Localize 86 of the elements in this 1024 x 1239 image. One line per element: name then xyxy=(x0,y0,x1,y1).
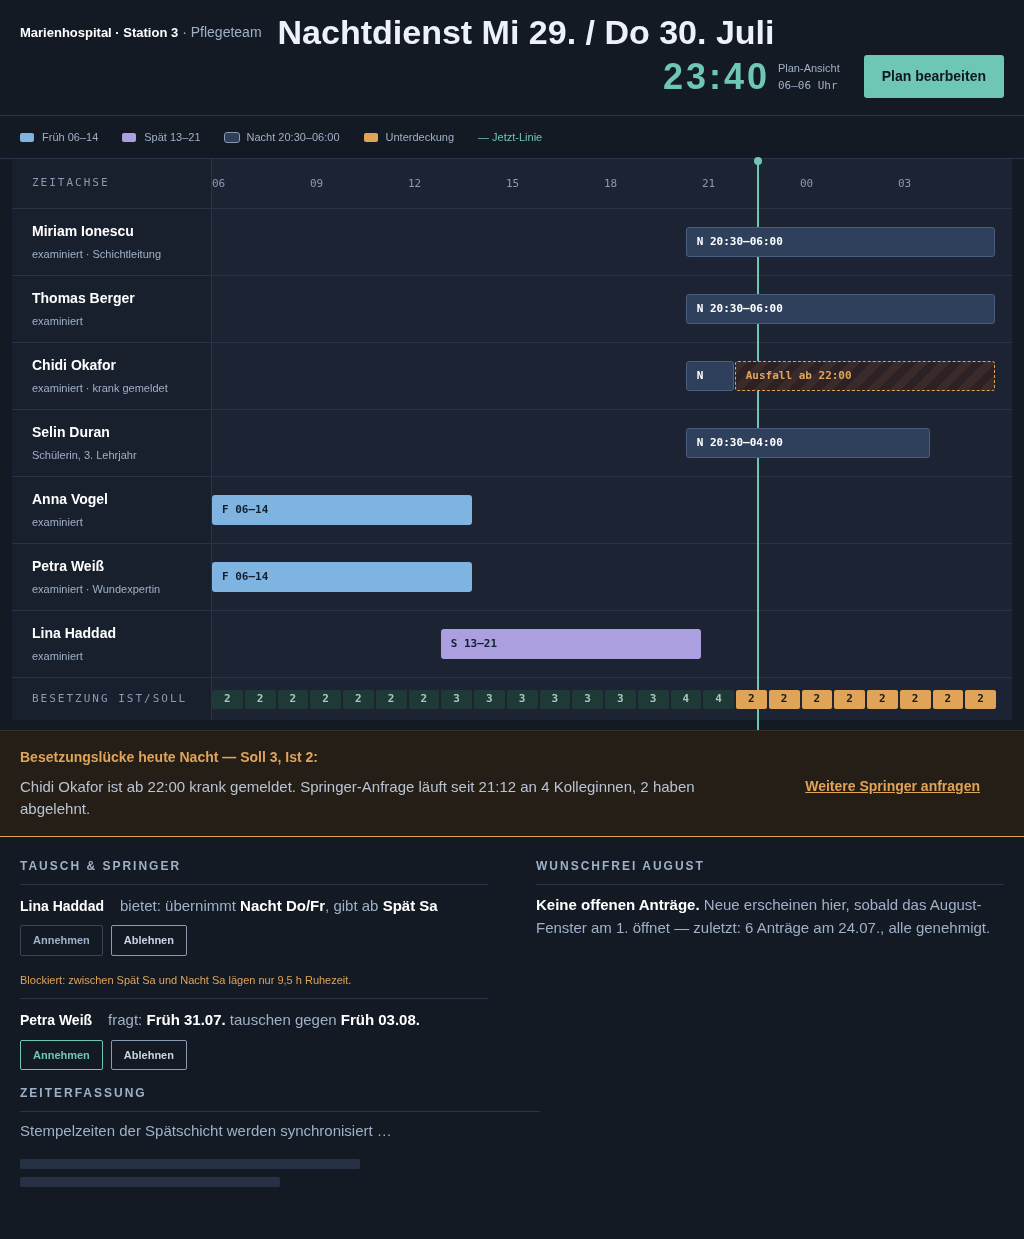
coverage-count: 2 xyxy=(867,689,898,709)
axis-label: ZEITACHSE xyxy=(32,175,110,192)
coverage-count: 2 xyxy=(310,689,341,709)
coverage-count: 2 xyxy=(244,689,276,709)
coverage-count: 2 xyxy=(932,689,964,709)
edit-plan-button[interactable]: Plan bearbeiten xyxy=(863,55,1004,99)
staff-name: Anna Vogel xyxy=(32,490,109,510)
request-link[interactable]: Weitere Springer anfragen xyxy=(805,775,980,797)
legend-label: Nacht 20:30–06:00 xyxy=(246,130,340,146)
brand-name: Marienhospital · Station 3 xyxy=(20,24,179,43)
coverage-count: 2 xyxy=(343,689,374,709)
decline-button[interactable]: Ablehnen xyxy=(110,925,187,956)
request-text: bietet: übernimmt Nacht Do/Fr, gibt ab Spät Sa xyxy=(120,895,438,916)
shift-bar: S 13–21 xyxy=(440,628,701,659)
hour-label: 15 xyxy=(506,175,520,192)
coverage-count: 2 xyxy=(899,689,931,709)
coverage-count: 2 xyxy=(408,689,440,709)
shift-bar: N xyxy=(685,360,734,391)
alert-text: Chidi Okafor ist ab 22:00 krank gemeldet. Springer-Anfrage läuft seit 21:12 an 4 Kolleginnen, 2 haben abgelehnt. xyxy=(20,776,696,819)
legend-label: Spät 13–21 xyxy=(144,130,201,146)
wishes-text: Keine offenen Anträge. Neue erscheinen hier, sobald das August-Fenster am 1. öffnet — zuletzt: 6 Anträge am 24.07., alle genehmigt. xyxy=(536,894,992,938)
shift-bar: N 20:30–06:00 xyxy=(685,226,995,257)
staff-role: examiniert xyxy=(32,314,84,330)
coverage-count: 3 xyxy=(474,689,505,709)
staff-role: examiniert · Schichtleitung xyxy=(32,247,162,263)
clock: 23:40 xyxy=(662,58,770,95)
accept-button[interactable]: Annehmen xyxy=(20,1039,103,1071)
requester-name: Lina Haddad xyxy=(20,896,104,916)
staff-name: Lina Haddad xyxy=(32,624,117,644)
coverage-count: 3 xyxy=(441,689,472,709)
staff-name: Chidi Okafor xyxy=(32,356,117,376)
staff-name: Selin Duran xyxy=(32,423,111,443)
staff-name: Miriam Ionescu xyxy=(32,222,135,242)
sync-text: Stempelzeiten der Spätschicht werden synchronisiert … xyxy=(20,1121,393,1142)
coverage-count: 4 xyxy=(703,689,734,709)
coverage-count: 2 xyxy=(834,689,865,709)
coverage-count: 2 xyxy=(768,689,800,709)
decline-button[interactable]: Ablehnen xyxy=(110,1039,187,1071)
staff-name: Thomas Berger xyxy=(32,289,136,309)
legend-label: Unterdeckung xyxy=(385,130,454,146)
section-heading: TAUSCH & SPRINGER xyxy=(20,856,488,885)
coverage-label: BESETZUNG IST/SOLL xyxy=(32,690,188,707)
outage-bar: Ausfall ab 22:00 xyxy=(734,360,995,391)
staff-role: examiniert xyxy=(32,515,84,531)
hour-label: 03 xyxy=(898,175,912,192)
shift-bar: F 06–14 xyxy=(212,561,473,592)
coverage-count: 4 xyxy=(670,689,702,709)
hour-label: 18 xyxy=(604,175,618,192)
team-label: · Pflegeteam xyxy=(182,23,262,43)
staff-role: Schülerin, 3. Lehrjahr xyxy=(32,448,138,464)
coverage-count: 2 xyxy=(375,689,407,709)
warning-text: Blockiert: zwischen Spät Sa und Nacht Sa lägen nur 9,5 h Ruhezeit. xyxy=(20,972,353,988)
page-title: Nachtdienst Mi 29. / Do 30. Juli xyxy=(277,14,775,52)
coverage-count: 3 xyxy=(572,689,603,709)
legend-label: Früh 06–14 xyxy=(42,130,99,146)
coverage-count: 3 xyxy=(506,689,538,709)
section-heading: ZEITERFASSUNG xyxy=(20,1084,540,1113)
coverage-count: 3 xyxy=(539,689,571,709)
hour-label: 00 xyxy=(800,175,814,192)
legend-label: — Jetzt-Linie xyxy=(478,130,543,146)
coverage-count: 2 xyxy=(277,689,309,709)
coverage-count: 3 xyxy=(605,689,636,709)
shift-bar: F 06–14 xyxy=(212,494,473,525)
hour-label: 09 xyxy=(310,175,324,192)
coverage-count: 2 xyxy=(736,689,767,709)
accept-button[interactable]: Annehmen xyxy=(20,925,103,956)
hour-label: 21 xyxy=(702,175,716,192)
staff-role: examiniert · Wundexpertin xyxy=(32,582,162,598)
shift-bar: N 20:30–06:00 xyxy=(685,293,995,324)
view-range: 06–06 Uhr xyxy=(777,77,839,94)
coverage-count: 2 xyxy=(965,689,996,709)
coverage-count: 2 xyxy=(212,689,243,709)
now-marker-icon xyxy=(754,156,762,165)
staff-role: examiniert xyxy=(32,649,84,665)
hour-label: 12 xyxy=(408,175,422,192)
request-text: fragt: Früh 31.07. tauschen gegen Früh 03.08. xyxy=(108,1010,420,1031)
shift-bar: N 20:30–04:00 xyxy=(685,427,930,458)
alert-title: Besetzungslücke heute Nacht — Soll 3, Ist 2: xyxy=(20,747,319,767)
coverage-count: 2 xyxy=(801,689,833,709)
coverage-count: 3 xyxy=(637,689,669,709)
staff-name: Petra Weiß xyxy=(32,557,106,577)
view-label: Plan-Ansicht xyxy=(777,60,840,76)
requester-name: Petra Weiß xyxy=(20,1011,93,1031)
section-heading: WUNSCHFREI AUGUST xyxy=(536,856,1004,885)
hour-label: 06 xyxy=(212,175,226,192)
staff-role: examiniert · krank gemeldet xyxy=(32,381,169,397)
